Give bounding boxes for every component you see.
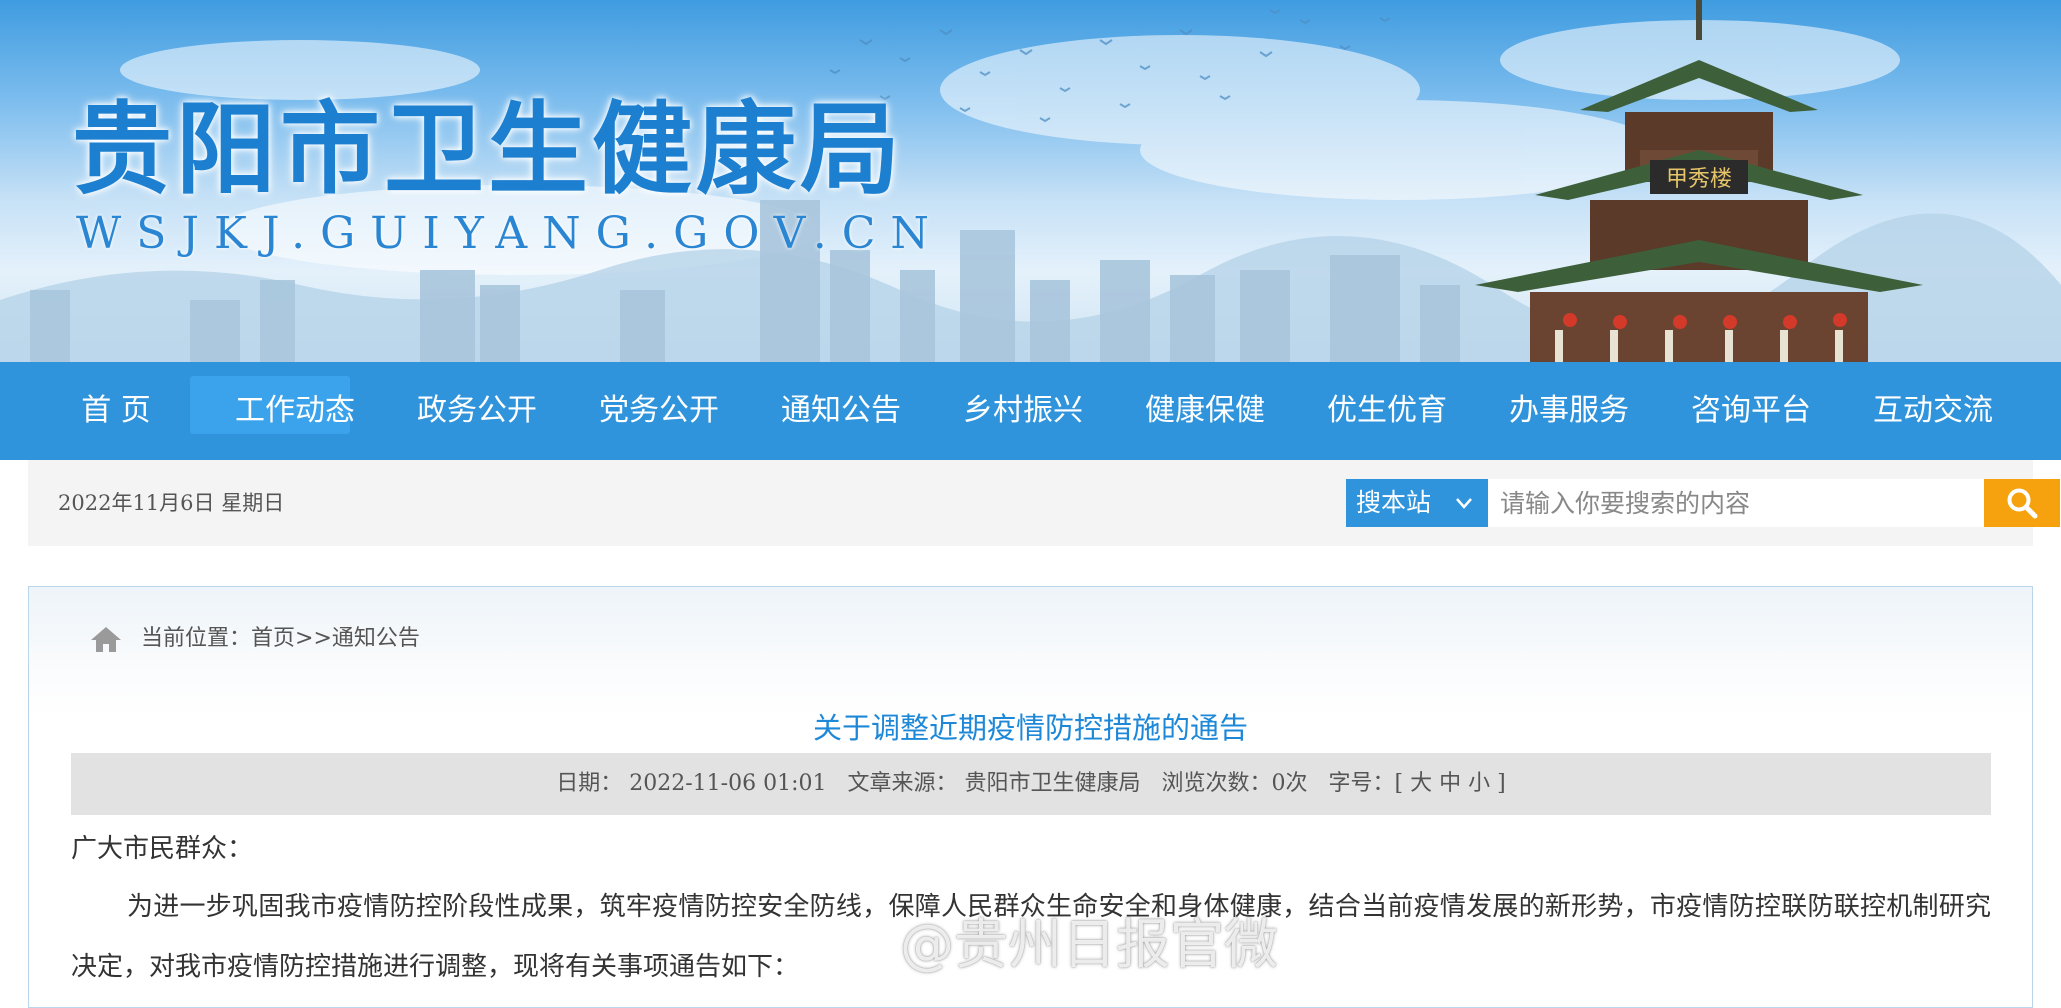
meta-date: 2022-11-06 01:01 bbox=[629, 771, 827, 796]
font-size-medium-button[interactable]: 中 bbox=[1439, 771, 1461, 796]
nav-item-consultation[interactable]: 咨询平台 bbox=[1686, 362, 1816, 460]
search-icon bbox=[2007, 488, 2038, 519]
chevron-down-icon bbox=[1454, 479, 1474, 545]
nav-item-health-care[interactable]: 健康保健 bbox=[1140, 362, 1270, 460]
nav-item-home[interactable]: 首 页 bbox=[76, 362, 156, 460]
site-title: 贵阳市卫生健康局 bbox=[72, 91, 904, 208]
home-icon bbox=[89, 625, 123, 667]
weibo-logo-icon bbox=[840, 930, 890, 970]
nav-item-work-news[interactable]: 工作动态 bbox=[190, 362, 360, 460]
meta-source: 贵阳市卫生健康局 bbox=[964, 771, 1141, 796]
main-nav: 首 页 工作动态 政务公开 党务公开 通知公告 乡村振兴 健康保健 优生优育 办… bbox=[0, 362, 2061, 460]
meta-fontsize-label: 字号： bbox=[1328, 771, 1395, 796]
site-url: WSJKJ.GUIYANG.GOV.CN bbox=[76, 208, 944, 259]
nav-item-government-affairs[interactable]: 政务公开 bbox=[412, 362, 542, 460]
fontsize-bracket-open: [ bbox=[1394, 771, 1404, 796]
search-input[interactable] bbox=[1488, 479, 1984, 527]
nav-item-services[interactable]: 办事服务 bbox=[1504, 362, 1634, 460]
nav-item-party-affairs[interactable]: 党务公开 bbox=[594, 362, 724, 460]
breadcrumb-home-link[interactable]: 首页 bbox=[251, 626, 295, 651]
pavilion-plaque-text: 甲秀楼 bbox=[1666, 167, 1732, 192]
meta-date-label: 日期： bbox=[556, 771, 623, 796]
nav-item-rural-revitalization[interactable]: 乡村振兴 bbox=[958, 362, 1088, 460]
site-banner: 甲秀楼 贵阳市卫生健康局 WSJKJ.GUIYANG.GOV.CN bbox=[0, 0, 2061, 362]
fontsize-bracket-close: ] bbox=[1497, 771, 1506, 796]
current-date: 2022年11月6日 星期日 bbox=[58, 491, 285, 515]
search-scope-label: 搜本站 bbox=[1356, 488, 1432, 517]
breadcrumb-label: 当前位置： bbox=[141, 626, 252, 651]
meta-views: 0次 bbox=[1271, 771, 1308, 796]
search-button[interactable] bbox=[1984, 479, 2060, 527]
date-search-bar: 2022年11月6日 星期日 搜本站 bbox=[28, 460, 2060, 546]
nav-item-eugenics[interactable]: 优生优育 bbox=[1322, 362, 1452, 460]
search-scope-select[interactable]: 搜本站 bbox=[1346, 479, 1488, 527]
meta-views-label: 浏览次数： bbox=[1161, 771, 1272, 796]
weibo-watermark: @贵州日报官微 bbox=[838, 910, 1278, 980]
article-meta-bar: 日期： 2022-11-06 01:01 文章来源： 贵阳市卫生健康局 浏览次数… bbox=[71, 753, 1991, 815]
nav-item-notices[interactable]: 通知公告 bbox=[776, 362, 906, 460]
breadcrumb-current-link[interactable]: 通知公告 bbox=[332, 626, 420, 651]
meta-source-label: 文章来源： bbox=[847, 771, 958, 796]
article-title: 关于调整近期疫情防控措施的通告 bbox=[812, 711, 1248, 745]
font-size-large-button[interactable]: 大 bbox=[1410, 771, 1432, 796]
breadcrumb-separator: >> bbox=[295, 626, 332, 651]
font-size-small-button[interactable]: 小 bbox=[1468, 771, 1490, 796]
watermark-text: @贵州日报官微 bbox=[900, 913, 1278, 976]
nav-item-interaction[interactable]: 互动交流 bbox=[1868, 362, 1998, 460]
article-greeting: 广大市民群众： bbox=[71, 834, 254, 864]
